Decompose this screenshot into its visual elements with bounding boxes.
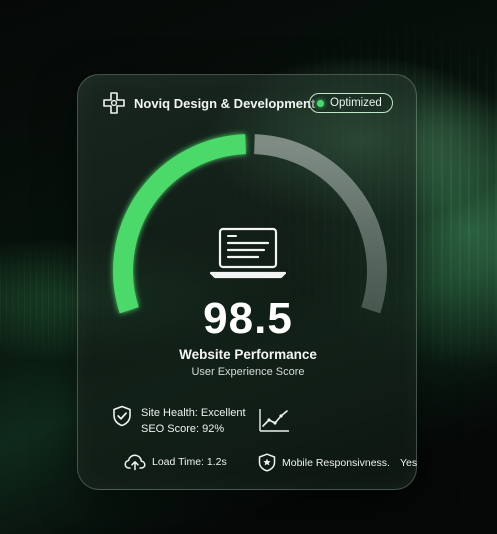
health-block: Site Health: Excellent SEO Score: 92% bbox=[112, 405, 246, 437]
shield-check-icon bbox=[113, 405, 131, 427]
load-time-item: Load Time: 1.2s bbox=[124, 453, 227, 471]
performance-title: Website Performance bbox=[179, 347, 317, 362]
seo-score-text: SEO Score: 92% bbox=[141, 423, 225, 435]
performance-subtitle: User Experience Score bbox=[191, 366, 305, 378]
load-time-text: Load Time: 1.2s bbox=[152, 456, 227, 468]
background: Noviq Design & Development Optimized 98.… bbox=[0, 0, 497, 534]
performance-score: 98.5 bbox=[203, 294, 293, 343]
star-badge-icon bbox=[258, 453, 276, 472]
trend-chart-icon bbox=[259, 409, 289, 432]
mobile-responsiveness-label: Mobile Responsivness. bbox=[282, 456, 390, 469]
mobile-responsiveness-value: Yes bbox=[399, 456, 418, 469]
gauge-fill bbox=[113, 134, 247, 314]
gauge-track bbox=[253, 134, 387, 314]
laptop-icon bbox=[209, 227, 287, 279]
cloud-upload-icon bbox=[124, 454, 146, 471]
mobile-item: Mobile Responsivness. Yes bbox=[258, 453, 417, 472]
performance-card: Noviq Design & Development Optimized 98.… bbox=[77, 74, 417, 490]
site-health-text: Site Health: Excellent bbox=[141, 407, 246, 419]
